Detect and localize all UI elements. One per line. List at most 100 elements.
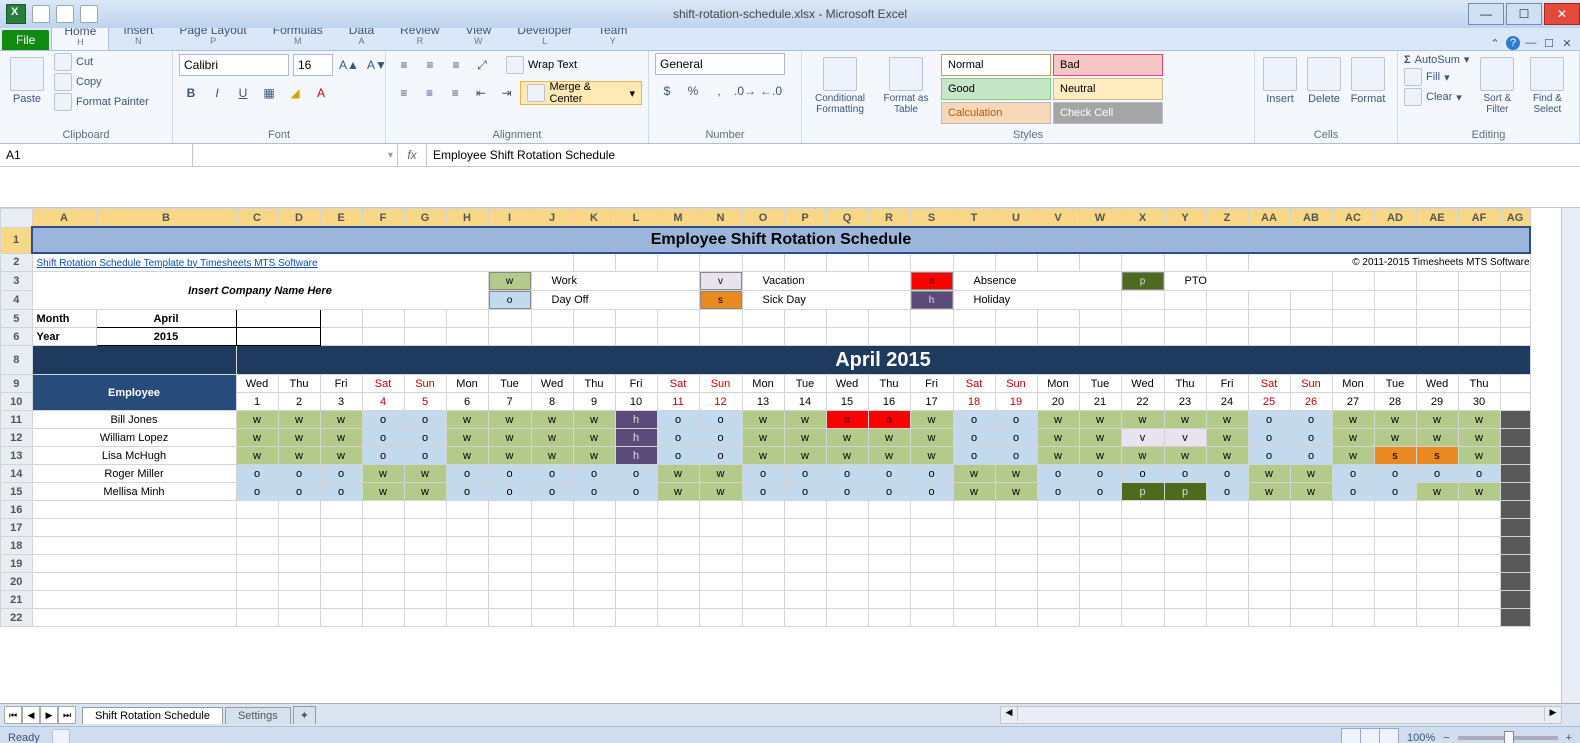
shift-cell[interactable]: o [1290,429,1332,447]
minimize-button[interactable]: — [1468,3,1504,25]
shift-cell[interactable]: w [1248,465,1290,483]
row-header-21[interactable]: 21 [1,591,33,609]
col-header-AD[interactable]: AD [1374,209,1416,228]
shift-cell[interactable]: w [1248,483,1290,501]
row-header-12[interactable]: 12 [1,429,33,447]
shift-cell[interactable]: w [1290,483,1332,501]
shift-cell[interactable]: w [1332,429,1374,447]
title-banner[interactable]: Employee Shift Rotation Schedule [32,227,1530,253]
font-name-select[interactable]: Calibri [179,54,289,76]
shift-cell[interactable]: w [1206,429,1248,447]
row-header-8[interactable]: 8 [1,346,33,375]
shift-cell[interactable]: o [1248,411,1290,429]
shift-cell[interactable]: w [742,411,784,429]
underline-button[interactable]: U [231,81,255,105]
shift-cell[interactable]: w [320,447,362,465]
shift-cell[interactable]: w [446,447,488,465]
col-header-Q[interactable]: Q [826,209,868,228]
shift-cell[interactable]: o [826,483,868,501]
shift-cell[interactable]: w [742,429,784,447]
shift-cell[interactable]: w [1416,429,1458,447]
shift-cell[interactable]: w [236,411,278,429]
format-as-table-button[interactable]: Format as Table [878,53,934,115]
shift-cell[interactable]: o [995,411,1037,429]
shift-cell[interactable]: o [953,429,995,447]
shift-cell[interactable]: o [320,483,362,501]
col-header-AG[interactable]: AG [1500,209,1530,228]
shift-cell[interactable]: w [995,483,1037,501]
zoom-out-button[interactable]: − [1443,732,1449,743]
row-header-20[interactable]: 20 [1,573,33,591]
shift-cell[interactable]: o [446,465,488,483]
qat-save-icon[interactable] [32,5,50,23]
shift-cell[interactable]: o [1458,465,1500,483]
shift-cell[interactable]: w [488,411,531,429]
year-value[interactable]: 2015 [96,328,236,346]
shift-cell[interactable]: o [615,465,657,483]
shift-cell[interactable]: o [1164,465,1206,483]
cell-style-good[interactable]: Good [941,78,1051,100]
cell-style-calculation[interactable]: Calculation [941,102,1051,124]
name-box[interactable]: A1 [0,144,193,166]
inc-decimal-button[interactable]: .0→ [733,79,757,103]
shift-cell[interactable]: o [488,483,531,501]
row-header-3[interactable]: 3 [1,272,33,291]
col-header-B[interactable]: B [96,209,236,228]
shift-cell[interactable]: o [1332,465,1374,483]
ribbon-minimize-icon[interactable]: ⌃ [1488,36,1502,50]
currency-button[interactable]: $ [655,79,679,103]
shift-cell[interactable]: w [1121,447,1164,465]
row-header-11[interactable]: 11 [1,411,33,429]
zoom-in-button[interactable]: + [1566,732,1572,743]
fx-icon[interactable]: fx [398,144,427,166]
col-header-D[interactable]: D [278,209,320,228]
row-header-6[interactable]: 6 [1,328,33,346]
row-header-14[interactable]: 14 [1,465,33,483]
shift-cell[interactable]: w [742,447,784,465]
shift-cell[interactable]: o [1290,411,1332,429]
shift-cell[interactable]: w [953,483,995,501]
shift-cell[interactable]: o [278,483,320,501]
shift-cell[interactable]: o [910,465,953,483]
shift-cell[interactable]: o [784,483,826,501]
shift-cell[interactable]: o [1037,483,1079,501]
shift-cell[interactable]: v [1164,429,1206,447]
shift-cell[interactable]: w [278,429,320,447]
shift-cell[interactable]: o [1248,447,1290,465]
tab-nav-last-icon[interactable]: ⏭ [58,706,76,724]
macro-record-icon[interactable] [52,729,70,743]
shift-cell[interactable]: o [868,465,910,483]
template-link[interactable]: Shift Rotation Schedule Template by Time… [32,253,573,272]
col-header-U[interactable]: U [995,209,1037,228]
row-header-16[interactable]: 16 [1,501,33,519]
close-button[interactable]: ✕ [1544,3,1580,25]
col-header-E[interactable]: E [320,209,362,228]
align-right-button[interactable]: ≡ [443,81,467,105]
shift-cell[interactable]: w [1458,429,1500,447]
cut-button[interactable]: Cut [54,53,149,71]
col-header-O[interactable]: O [742,209,784,228]
col-header-M[interactable]: M [657,209,699,228]
doc-minimize-icon[interactable]: — [1524,36,1538,50]
cell-style-normal[interactable]: Normal [941,54,1051,76]
shift-cell[interactable]: o [826,465,868,483]
shift-cell[interactable]: o [446,483,488,501]
col-header-L[interactable]: L [615,209,657,228]
qat-redo-icon[interactable] [80,5,98,23]
row-header-22[interactable]: 22 [1,609,33,627]
align-center-button[interactable]: ≡ [418,81,442,105]
wrap-text-button[interactable]: Wrap Text [506,53,577,77]
sort-filter-button[interactable]: Sort & Filter [1475,53,1519,115]
border-button[interactable]: ▦ [257,81,281,105]
zoom-level[interactable]: 100% [1407,732,1435,743]
shift-cell[interactable]: o [1416,465,1458,483]
doc-restore-icon[interactable]: ☐ [1542,36,1556,50]
font-size-select[interactable]: 16 [293,54,333,76]
view-mode-buttons[interactable] [1342,728,1399,743]
number-format-select[interactable]: General [655,53,785,75]
percent-button[interactable]: % [681,79,705,103]
col-header-W[interactable]: W [1079,209,1121,228]
shift-cell[interactable]: o [699,447,742,465]
shift-cell[interactable]: w [362,483,404,501]
shift-cell[interactable]: o [278,465,320,483]
